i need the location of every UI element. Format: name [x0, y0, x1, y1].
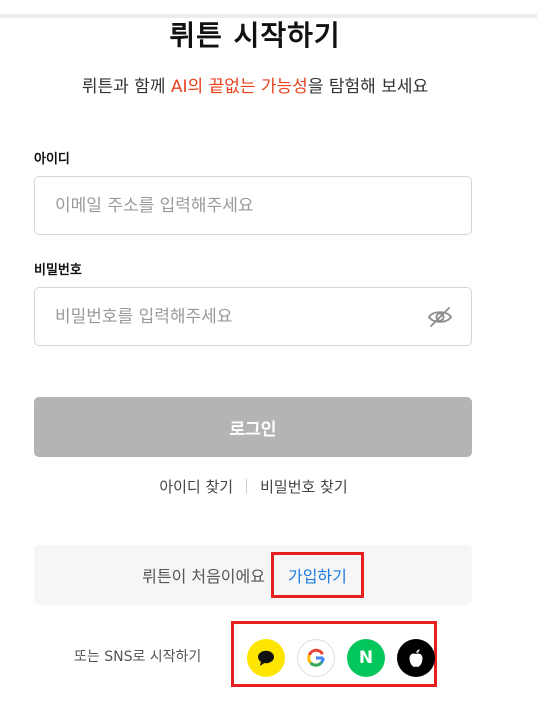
speech-bubble-icon — [258, 650, 274, 666]
sns-login-group: N — [231, 621, 437, 687]
google-login-button[interactable] — [297, 639, 335, 677]
password-input[interactable] — [35, 288, 415, 345]
apple-login-button[interactable] — [397, 639, 435, 677]
page-subtitle: 뤼튼과 함께 AI의 끝없는 가능성을 탐험해 보세요 — [0, 72, 510, 97]
page-title: 뤼튼 시작하기 — [169, 19, 341, 52]
login-button[interactable]: 로그인 — [34, 397, 472, 457]
password-label: 비밀번호 — [34, 263, 82, 278]
subtitle-text-end: 을 탐험해 보세요 — [307, 77, 429, 97]
password-field-box — [34, 287, 472, 346]
naver-n-icon: N — [358, 648, 374, 668]
id-label: 아이디 — [34, 152, 70, 167]
find-links: 아이디 찾기 비밀번호 찾기 — [0, 476, 507, 497]
naver-login-button[interactable]: N — [347, 639, 385, 677]
find-password-link[interactable]: 비밀번호 찾기 — [260, 476, 348, 497]
kakao-login-button[interactable] — [247, 639, 285, 677]
subtitle-text: 뤼튼과 함께 — [81, 77, 171, 97]
sns-label: 또는 SNS로 시작하기 — [74, 649, 202, 665]
subtitle-highlight: AI의 끝없는 가능성 — [170, 77, 308, 97]
apple-icon — [409, 649, 423, 667]
signup-link[interactable]: 가입하기 — [270, 552, 364, 598]
google-g-icon — [307, 648, 325, 667]
link-divider — [246, 479, 248, 494]
id-input[interactable] — [35, 177, 415, 234]
signup-prompt: 뤼튼이 처음이에요 — [142, 567, 265, 586]
find-id-link[interactable]: 아이디 찾기 — [159, 476, 233, 497]
eye-off-icon[interactable] — [427, 305, 453, 329]
id-field-box — [34, 176, 472, 235]
signup-box: 뤼튼이 처음이에요 가입하기 — [34, 545, 472, 605]
